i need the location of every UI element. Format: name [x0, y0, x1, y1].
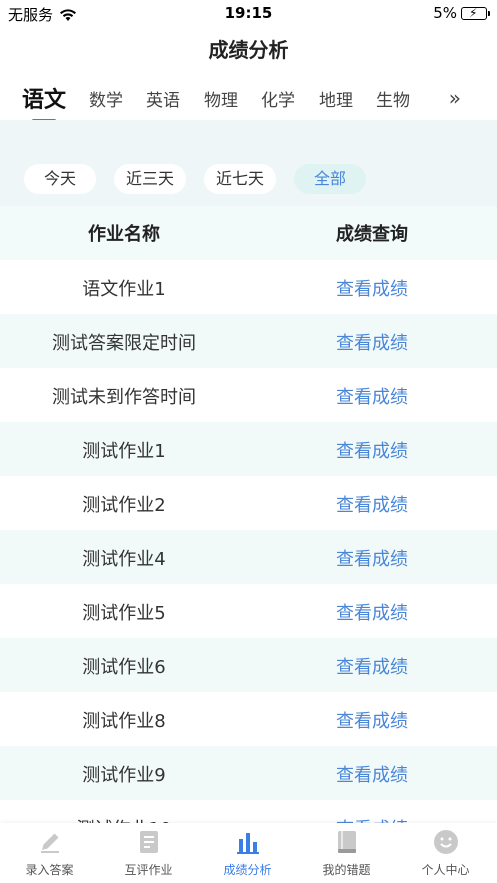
bottom-nav: 录入答案 互评作业 成绩分析 我的错题 个人中心 — [0, 823, 497, 883]
battery-icon: ⚡ — [461, 6, 490, 20]
filter-today[interactable]: 今天 — [24, 164, 96, 194]
assignment-name: 测试答案限定时间 — [52, 333, 196, 354]
smiley-icon — [434, 830, 458, 854]
table-row: 测试答案限定时间 查看成绩 — [0, 314, 497, 368]
view-score-link[interactable]: 查看成绩 — [322, 599, 422, 625]
assignment-name: 测试作业5 — [82, 603, 166, 624]
nav-label: 我的错题 — [322, 863, 371, 877]
view-score-link[interactable]: 查看成绩 — [322, 275, 422, 301]
view-score-link[interactable]: 查看成绩 — [322, 761, 422, 787]
double-chevron-right-icon[interactable]: » — [449, 86, 461, 110]
tab-chemistry[interactable]: 化学 — [261, 86, 295, 111]
column-header-name: 作业名称 — [88, 224, 160, 245]
view-score-link[interactable]: 查看成绩 — [322, 329, 422, 355]
column-header-score: 成绩查询 — [336, 224, 408, 245]
table-row: 测试作业5 查看成绩 — [0, 584, 497, 638]
tab-english[interactable]: 英语 — [146, 86, 180, 111]
view-score-link[interactable]: 查看成绩 — [322, 653, 422, 679]
bar-chart-icon — [237, 833, 259, 854]
assignment-name: 测试作业1 — [82, 441, 166, 462]
tab-geography[interactable]: 地理 — [319, 86, 353, 111]
tab-chinese[interactable]: 语文 — [22, 82, 66, 122]
document-icon — [140, 831, 158, 853]
assignment-name: 测试作业6 — [82, 657, 166, 678]
tab-math[interactable]: 数学 — [89, 86, 123, 111]
filter-seven-days[interactable]: 近七天 — [204, 164, 276, 194]
status-bar: 无服务 19:15 5% ⚡ — [0, 0, 497, 26]
assignment-name: 测试未到作答时间 — [52, 387, 196, 408]
table-header: 作业名称 成绩查询 — [0, 206, 497, 260]
table-row: 测试未到作答时间 查看成绩 — [0, 368, 497, 422]
table-row: 语文作业1 查看成绩 — [0, 260, 497, 314]
nav-my-mistakes[interactable]: 我的错题 — [297, 823, 396, 883]
view-score-link[interactable]: 查看成绩 — [322, 437, 422, 463]
pencil-icon — [41, 833, 59, 853]
view-score-link[interactable]: 查看成绩 — [322, 707, 422, 733]
nav-peer-review[interactable]: 互评作业 — [99, 823, 198, 883]
time-filter-bar: 今天 近三天 近七天 全部 — [0, 120, 497, 206]
status-time: 19:15 — [224, 4, 273, 22]
table-row: 测试作业8 查看成绩 — [0, 692, 497, 746]
view-score-link[interactable]: 查看成绩 — [322, 383, 422, 409]
tab-physics[interactable]: 物理 — [204, 86, 238, 111]
book-icon — [338, 831, 356, 853]
table-row: 测试作业9 查看成绩 — [0, 746, 497, 800]
assignment-name: 测试作业4 — [82, 549, 166, 570]
filter-all[interactable]: 全部 — [294, 164, 366, 194]
tab-biology[interactable]: 生物 — [376, 86, 410, 111]
assignment-name: 测试作业9 — [82, 765, 166, 786]
subject-tabs: 语文 数学 英语 物理 化学 地理 生物 » — [0, 80, 497, 122]
status-right: 5% ⚡ — [433, 4, 490, 22]
nav-profile[interactable]: 个人中心 — [396, 823, 495, 883]
view-score-link[interactable]: 查看成绩 — [322, 545, 422, 571]
assignment-name: 测试作业2 — [82, 495, 166, 516]
nav-score-analysis[interactable]: 成绩分析 — [198, 823, 297, 883]
table-row: 测试作业1 查看成绩 — [0, 422, 497, 476]
nav-label: 个人中心 — [421, 863, 470, 877]
assignment-name: 测试作业8 — [82, 711, 166, 732]
page-title: 成绩分析 — [208, 38, 289, 62]
table-row: 测试作业4 查看成绩 — [0, 530, 497, 584]
view-score-link[interactable]: 查看成绩 — [322, 491, 422, 517]
nav-label: 录入答案 — [25, 863, 74, 877]
nav-label: 成绩分析 — [223, 863, 272, 877]
battery-percent: 5% — [433, 4, 457, 22]
nav-label: 互评作业 — [124, 863, 173, 877]
table-row: 测试作业2 查看成绩 — [0, 476, 497, 530]
assignment-name: 语文作业1 — [82, 279, 166, 300]
filter-three-days[interactable]: 近三天 — [114, 164, 186, 194]
nav-enter-answers[interactable]: 录入答案 — [0, 823, 99, 883]
table-row: 测试作业6 查看成绩 — [0, 638, 497, 692]
